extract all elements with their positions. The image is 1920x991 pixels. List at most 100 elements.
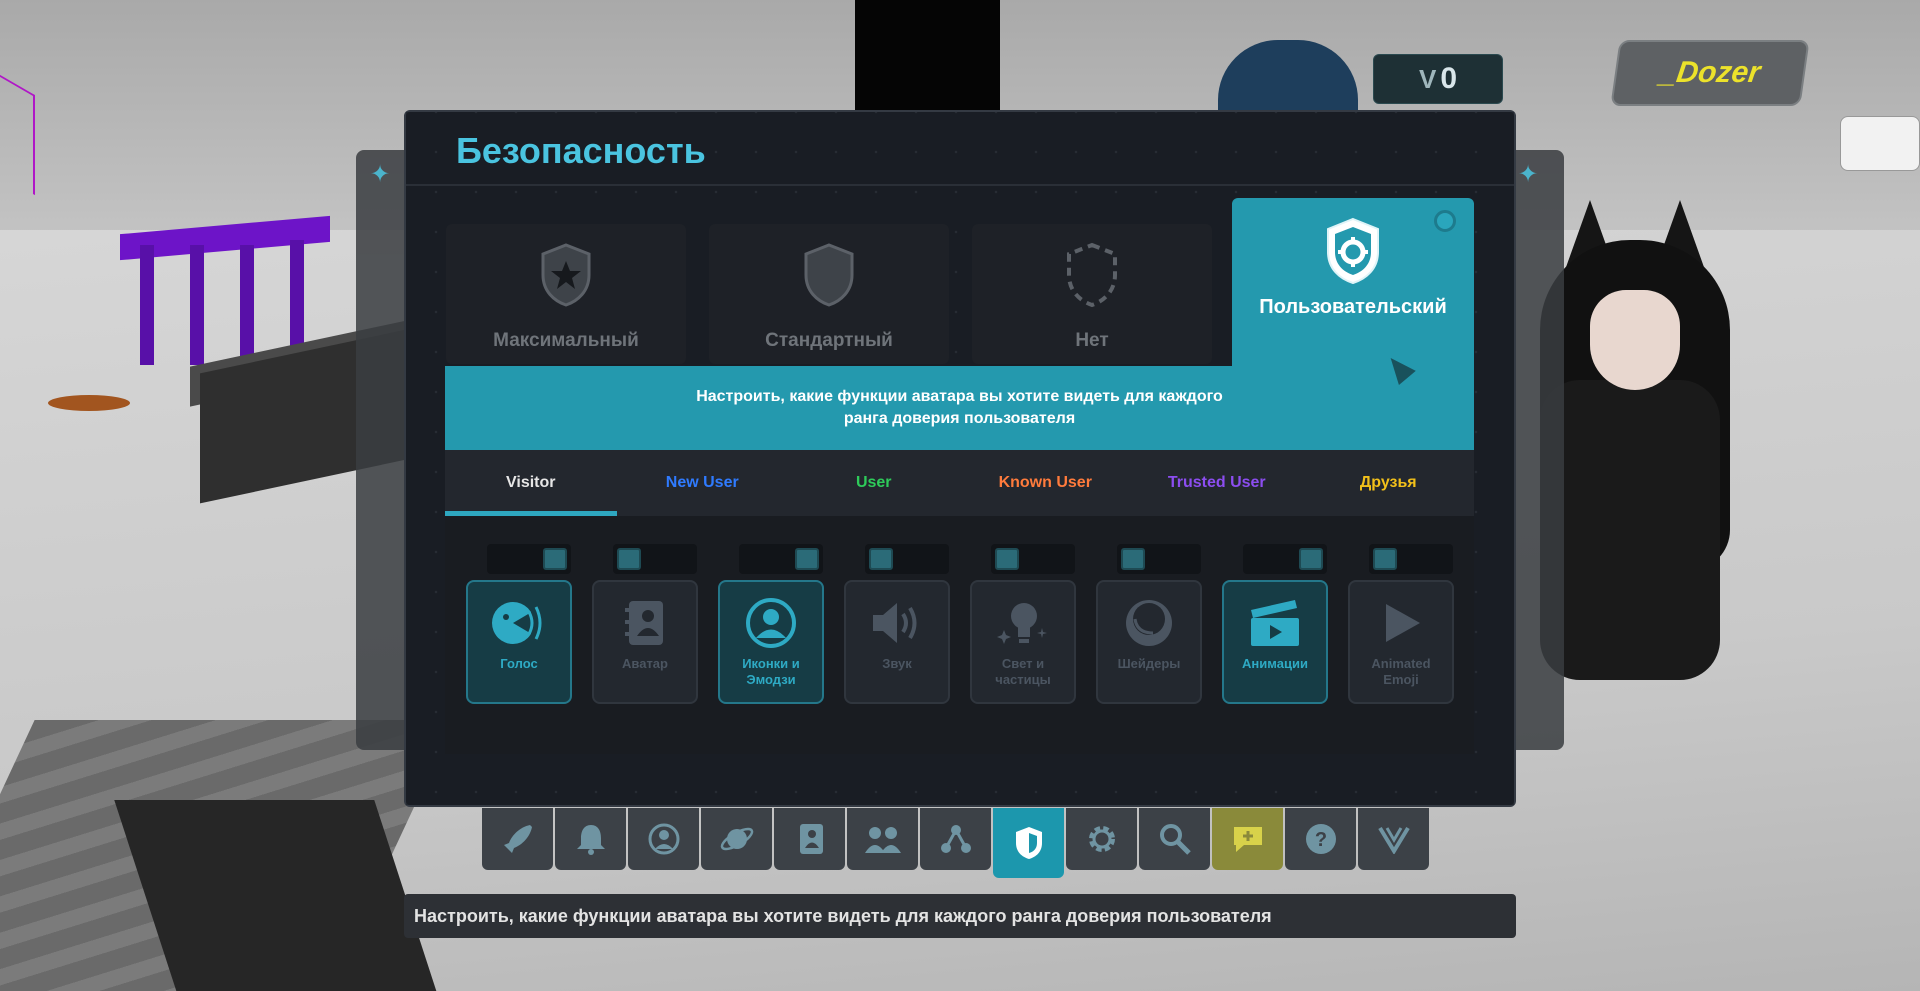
- dock-avatars-button[interactable]: [774, 808, 845, 870]
- feature-label: Animated Emoji: [1371, 656, 1431, 687]
- avatar-book-icon: [625, 601, 663, 645]
- credits-value: 0: [1440, 62, 1458, 95]
- sticker-image: [1840, 116, 1920, 171]
- shader-sphere-icon: [1126, 600, 1172, 646]
- shaders-toggle[interactable]: [1117, 544, 1201, 574]
- dock-search-button[interactable]: [1139, 808, 1210, 870]
- tooltip-text: Настроить, какие функции аватара вы хоти…: [414, 905, 1272, 926]
- feature-shaders[interactable]: Шейдеры: [1096, 580, 1202, 704]
- voice-toggle[interactable]: [487, 544, 571, 574]
- dock-settings-button[interactable]: [1066, 808, 1137, 870]
- nameplate[interactable]: _Dozer: [1610, 40, 1810, 106]
- dock-safety-button[interactable]: [993, 808, 1064, 878]
- tab-label: User: [855, 474, 892, 491]
- bell-icon: [576, 825, 605, 855]
- toggle-knob: [795, 548, 819, 570]
- tab-friends[interactable]: Друзья: [1303, 450, 1475, 516]
- dock-groups-button[interactable]: [920, 808, 991, 870]
- tab-trusted-user[interactable]: Trusted User: [1131, 450, 1303, 516]
- tab-label: Known User: [998, 474, 1092, 491]
- feature-sound[interactable]: Звук: [844, 580, 950, 704]
- feature-label: Шейдеры: [1117, 656, 1181, 671]
- preset-none[interactable]: Нет: [972, 224, 1212, 364]
- quick-menu-dock: ?: [482, 808, 1429, 878]
- preset-custom[interactable]: Пользовательский: [1232, 198, 1474, 368]
- settings-icon: [1088, 826, 1115, 852]
- dock-profile-button[interactable]: [628, 808, 699, 870]
- feature-voice[interactable]: Голос: [466, 580, 572, 704]
- leaf-icon: ✦: [1518, 160, 1539, 188]
- help-icon: ?: [1305, 824, 1336, 854]
- username: _Dozer: [1657, 56, 1763, 89]
- table-leg: [140, 245, 154, 365]
- search-icon: [1159, 824, 1191, 855]
- feature-lights-particles[interactable]: Свет и частицы: [970, 580, 1076, 704]
- vrc-credit-icon: V: [1418, 63, 1437, 94]
- description-text: Настроить, какие функции аватара вы хоти…: [696, 388, 1223, 427]
- tab-label: Visitor: [506, 474, 556, 491]
- profile-icon: [648, 823, 679, 855]
- safety-icon: [1015, 827, 1042, 859]
- tab-label: Друзья: [1359, 474, 1417, 491]
- feature-animations[interactable]: Анимации: [1222, 580, 1328, 704]
- user-circle-icon: [746, 598, 796, 648]
- toggle-knob: [1299, 548, 1323, 570]
- preset-standard[interactable]: Стандартный: [709, 224, 949, 364]
- credits-badge[interactable]: V 0: [1373, 54, 1503, 104]
- preset-label: Стандартный: [765, 330, 893, 351]
- feature-label: Аватар: [622, 656, 668, 671]
- animated-emoji-toggle[interactable]: [1369, 544, 1453, 574]
- preset-maximum[interactable]: Максимальный: [446, 224, 686, 364]
- voice-icon: [492, 602, 542, 644]
- tab-user[interactable]: User: [788, 450, 960, 516]
- tab-visitor[interactable]: Visitor: [445, 450, 617, 516]
- dark-pillar: [855, 0, 1000, 115]
- sound-toggle[interactable]: [865, 544, 949, 574]
- dock-notifications-button[interactable]: [555, 808, 626, 870]
- feature-animated-emoji[interactable]: Animated Emoji: [1348, 580, 1454, 704]
- animations-toggle[interactable]: [1243, 544, 1327, 574]
- feature-avatar[interactable]: Аватар: [592, 580, 698, 704]
- feature-label: Звук: [882, 656, 912, 671]
- purple-wireframe: [0, 74, 35, 196]
- worlds-icon: [720, 827, 753, 851]
- launch-icon: [503, 825, 532, 853]
- dock-launch-button[interactable]: [482, 808, 553, 870]
- feature-label: Голос: [500, 656, 538, 671]
- lights-toggle[interactable]: [991, 544, 1075, 574]
- trust-rank-tabs: Visitor New User User Known User Trusted…: [445, 450, 1474, 516]
- tooltip-bar: Настроить, какие функции аватара вы хоти…: [404, 894, 1516, 938]
- feature-icons-emoji[interactable]: Иконки и Эмодзи: [718, 580, 824, 704]
- tab-known-user[interactable]: Known User: [960, 450, 1132, 516]
- feature-grid: Голос Аватар Иконки и Эмодзи Звук Свет и…: [445, 516, 1474, 754]
- avatar-toggle[interactable]: [613, 544, 697, 574]
- tab-label: Trusted User: [1167, 474, 1266, 491]
- preset-label: Максимальный: [493, 330, 639, 351]
- speaker-icon: [873, 603, 917, 643]
- dock-help-button[interactable]: ?: [1285, 808, 1356, 870]
- shield-dashed-icon: [1067, 242, 1117, 308]
- dock-social-button[interactable]: [847, 808, 918, 870]
- selected-indicator: [1434, 210, 1456, 232]
- tab-label: New User: [665, 474, 739, 491]
- dock-worlds-button[interactable]: [701, 808, 772, 870]
- chat-add-icon: [1233, 827, 1262, 852]
- clapperboard-icon: [1251, 600, 1299, 646]
- dock-vrchat-button[interactable]: [1358, 808, 1429, 870]
- toggle-knob: [869, 548, 893, 570]
- vrchat-logo-icon: [1377, 826, 1410, 854]
- dock-chat-button[interactable]: [1212, 808, 1283, 870]
- divider: [406, 184, 1514, 186]
- icons-toggle[interactable]: [739, 544, 823, 574]
- toggle-knob: [1373, 548, 1397, 570]
- feature-label: Иконки и Эмодзи: [742, 656, 800, 687]
- tab-new-user[interactable]: New User: [617, 450, 789, 516]
- shield-icon: [804, 243, 854, 307]
- toggle-knob: [1121, 548, 1145, 570]
- play-icon: [1386, 604, 1420, 642]
- groups-icon: [940, 825, 971, 853]
- table-leg: [240, 245, 254, 365]
- page-title: Безопасность: [456, 130, 706, 171]
- feature-label: Свет и частицы: [995, 656, 1051, 687]
- preset-label: Пользовательский: [1259, 296, 1447, 318]
